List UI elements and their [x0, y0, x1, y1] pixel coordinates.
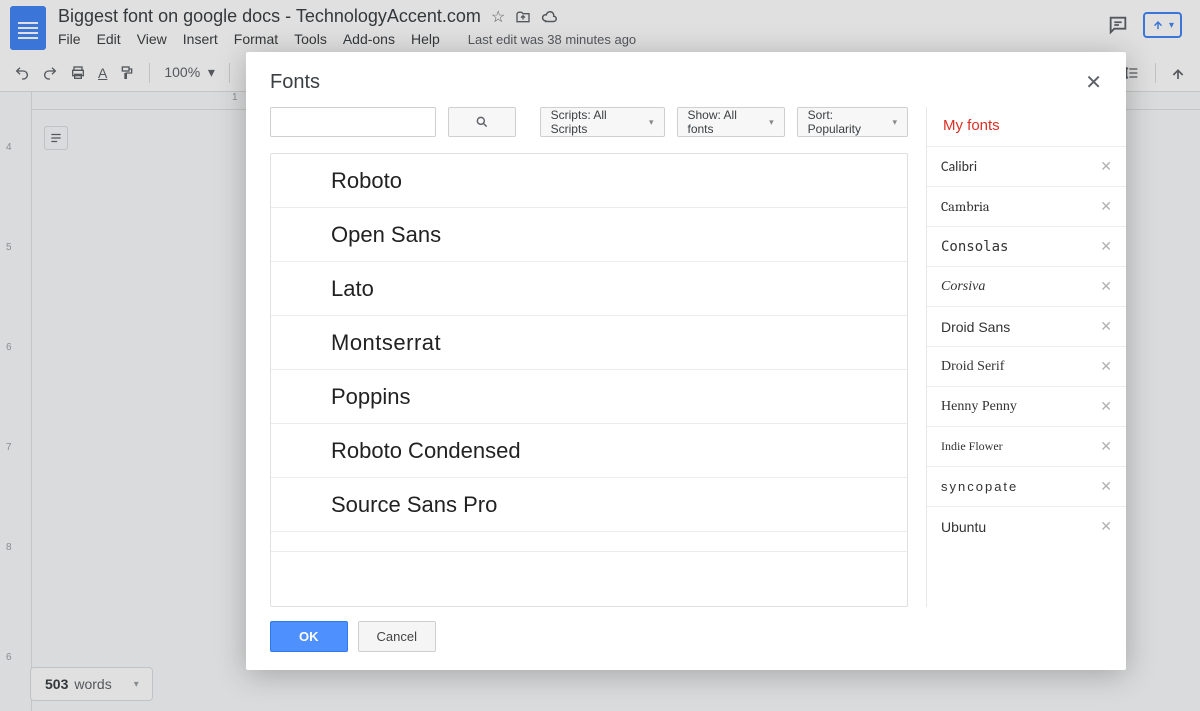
- my-font-label: Calibri: [941, 158, 977, 175]
- close-icon[interactable]: ✕: [1085, 70, 1102, 95]
- font-list[interactable]: RobotoOpen SansLatoMontserratPoppinsRobo…: [270, 153, 908, 607]
- font-list-item[interactable]: Roboto: [271, 154, 907, 208]
- remove-font-icon[interactable]: ✕: [1100, 478, 1112, 495]
- my-font-item[interactable]: Syncopate ✕: [927, 466, 1126, 506]
- my-font-item[interactable]: Droid Sans ✕: [927, 306, 1126, 346]
- my-font-item[interactable]: Calibri ✕: [927, 146, 1126, 186]
- my-font-item[interactable]: Corsiva ✕: [927, 266, 1126, 306]
- sort-filter[interactable]: Sort: Popularity: [797, 107, 908, 137]
- font-list-item[interactable]: Roboto Condensed: [271, 424, 907, 478]
- remove-font-icon[interactable]: ✕: [1100, 318, 1112, 335]
- my-font-label: Droid Serif: [941, 359, 1004, 375]
- my-font-item[interactable]: Droid Serif ✕: [927, 346, 1126, 386]
- my-font-item[interactable]: Cambria ✕: [927, 186, 1126, 226]
- remove-font-icon[interactable]: ✕: [1100, 518, 1112, 535]
- my-font-item[interactable]: Henny Penny ✕: [927, 386, 1126, 426]
- font-list-item[interactable]: Lato: [271, 262, 907, 316]
- search-button[interactable]: [448, 107, 516, 137]
- my-font-label: Ubuntu: [941, 519, 986, 535]
- my-font-item[interactable]: Ubuntu ✕: [927, 506, 1126, 546]
- remove-font-icon[interactable]: ✕: [1100, 358, 1112, 375]
- remove-font-icon[interactable]: ✕: [1100, 158, 1112, 175]
- font-list-item[interactable]: Open Sans: [271, 208, 907, 262]
- remove-font-icon[interactable]: ✕: [1100, 438, 1112, 455]
- font-list-item[interactable]: Source Sans Pro: [271, 478, 907, 532]
- my-font-label: Syncopate: [941, 479, 1018, 494]
- ok-button[interactable]: OK: [270, 621, 348, 652]
- my-font-label: Consolas: [941, 239, 1008, 255]
- my-font-label: Corsiva: [941, 279, 985, 295]
- my-font-label: Cambria: [941, 198, 990, 215]
- remove-font-icon[interactable]: ✕: [1100, 238, 1112, 255]
- dialog-title: Fonts: [270, 71, 1085, 94]
- my-fonts-heading: My fonts: [927, 107, 1126, 146]
- remove-font-icon[interactable]: ✕: [1100, 278, 1112, 295]
- my-font-item[interactable]: Consolas ✕: [927, 226, 1126, 266]
- my-font-label: Droid Sans: [941, 319, 1010, 335]
- my-font-label: Indie Flower: [941, 439, 1003, 454]
- show-filter[interactable]: Show: All fonts: [677, 107, 785, 137]
- fonts-dialog: Fonts ✕ Scripts: All Scripts Show: All f…: [246, 52, 1126, 670]
- scripts-filter[interactable]: Scripts: All Scripts: [540, 107, 665, 137]
- font-list-item[interactable]: Poppins: [271, 370, 907, 424]
- remove-font-icon[interactable]: ✕: [1100, 398, 1112, 415]
- search-icon: [475, 115, 489, 129]
- my-font-item[interactable]: Indie Flower ✕: [927, 426, 1126, 466]
- font-list-item[interactable]: Montserrat: [271, 316, 907, 370]
- remove-font-icon[interactable]: ✕: [1100, 198, 1112, 215]
- my-font-label: Henny Penny: [941, 399, 1017, 415]
- my-fonts-panel: My fonts Calibri✕Cambria✕Consolas✕Corsiv…: [926, 107, 1126, 607]
- font-search-input[interactable]: [270, 107, 436, 137]
- cancel-button[interactable]: Cancel: [358, 621, 436, 652]
- font-list-item[interactable]: [271, 532, 907, 552]
